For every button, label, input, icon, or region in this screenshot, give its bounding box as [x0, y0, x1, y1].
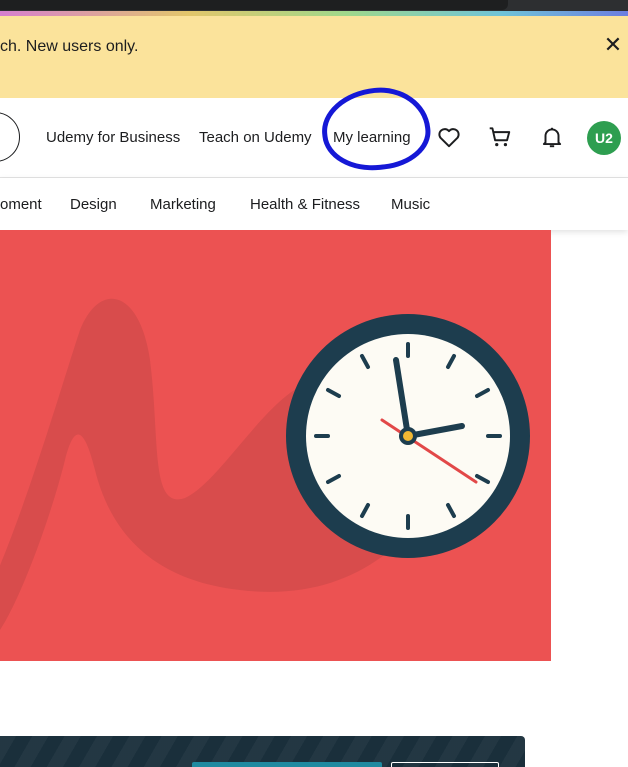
search-bar[interactable] [0, 112, 20, 162]
udemy-for-business-link[interactable]: Udemy for Business [46, 129, 180, 146]
category-development[interactable]: oment [0, 196, 42, 213]
hero-illustration [0, 298, 530, 630]
category-design[interactable]: Design [70, 196, 117, 213]
secondary-cta-button[interactable] [391, 762, 499, 767]
category-music[interactable]: Music [391, 196, 430, 213]
teach-on-udemy-link[interactable]: Teach on Udemy [199, 129, 312, 146]
bell-icon[interactable] [539, 124, 565, 150]
site-header: Udemy for Business Teach on Udemy My lea… [0, 98, 628, 178]
avatar[interactable]: U2 [587, 121, 621, 155]
close-icon[interactable]: ✕ [602, 34, 624, 56]
promo-banner-text: ch. New users only. [0, 38, 139, 55]
heart-icon[interactable] [436, 124, 462, 150]
promo-banner: ch. New users only. ✕ [0, 16, 628, 98]
primary-cta-button[interactable] [192, 762, 382, 767]
category-health-fitness[interactable]: Health & Fitness [250, 196, 360, 213]
category-bar: oment Design Marketing Health & Fitness … [0, 178, 628, 230]
browser-top-strip [0, 0, 628, 16]
hero-banner [0, 230, 551, 661]
cart-icon[interactable] [487, 124, 513, 150]
bottom-promo-banner [0, 736, 525, 767]
category-marketing[interactable]: Marketing [150, 196, 216, 213]
browser-tab-area [0, 0, 508, 10]
